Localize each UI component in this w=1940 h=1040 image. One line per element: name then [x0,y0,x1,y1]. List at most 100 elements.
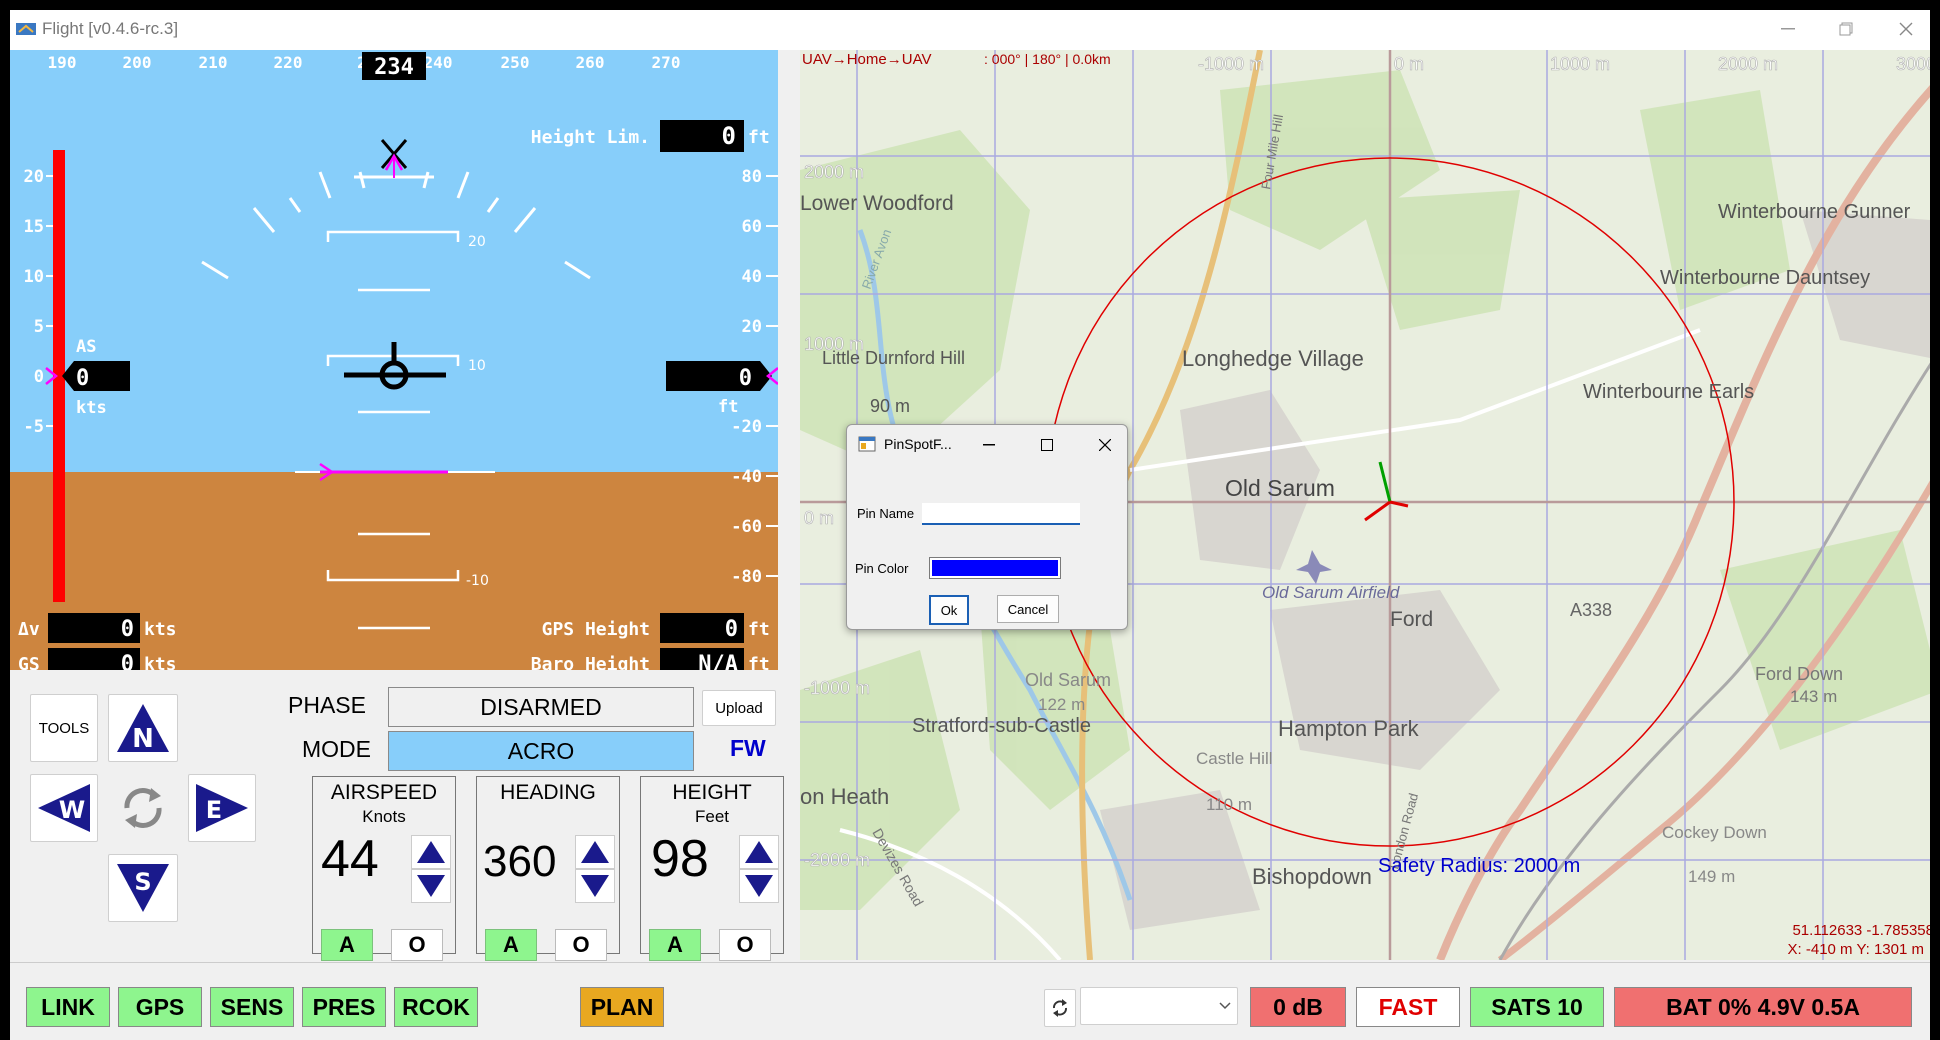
svg-text:Winterbourne Gunner: Winterbourne Gunner [1718,201,1911,223]
phase-field: DISARMED [388,687,694,727]
svg-text:0 m: 0 m [1394,54,1424,74]
status-gps[interactable]: GPS [118,987,202,1027]
height-down-button[interactable] [739,869,779,903]
speed-status: FAST [1356,987,1460,1027]
heading-auto-button[interactable]: A [485,929,537,961]
pin-name-label: Pin Name [857,506,915,521]
height-limit-unit: ft [748,127,770,148]
west-button[interactable]: W [30,774,98,842]
upload-button[interactable]: Upload [702,690,776,726]
airspeed-auto-button[interactable]: A [321,929,373,961]
ok-button[interactable]: Ok [929,595,969,625]
pin-color-swatch [932,560,1058,576]
control-panel: TOOLS N W E S PHASE DISARMED Upload MODE… [10,672,785,961]
close-button[interactable] [1884,14,1928,44]
airspeed-override-button[interactable]: O [391,929,443,961]
north-arrow-icon: N [117,704,169,754]
map-route-header: UAV→Home→UAV [802,51,931,68]
down-arrow-icon [581,875,609,897]
airspeed-readout: 0 [76,366,89,391]
west-arrow-icon: W [38,784,90,832]
svg-text:60: 60 [742,217,762,237]
svg-text:90 m: 90 m [870,396,910,416]
svg-text:40: 40 [742,267,762,287]
svg-text:110 m: 110 m [1206,795,1252,814]
svg-text:-40: -40 [731,467,762,487]
heading-setpoint: 360 [483,837,557,886]
gps-height-value: 0 [725,617,738,642]
svg-text:20: 20 [742,317,762,337]
heading-tick: 210 [199,53,228,72]
rotate-icon [124,788,162,828]
dialog-title: PinSpotF... [884,436,952,452]
chevron-down-icon [1219,1002,1231,1010]
plan-button[interactable]: PLAN [580,987,664,1027]
dialog-close-button[interactable] [1093,433,1117,457]
svg-text:E: E [206,796,222,824]
heading-down-button[interactable] [575,869,615,903]
gs-value: 0 [121,652,134,670]
mode-field[interactable]: ACRO [388,731,694,771]
up-arrow-icon [581,841,609,863]
status-rcok[interactable]: RCOK [394,987,478,1027]
heading-tick: 190 [48,53,77,72]
as-unit: kts [76,398,107,418]
north-button[interactable]: N [108,694,178,762]
svg-text:Stratford-sub-Castle: Stratford-sub-Castle [912,715,1091,737]
height-auto-button[interactable]: A [649,929,701,961]
svg-text:Little Durnford Hill: Little Durnford Hill [822,348,965,368]
airspeed-setpoint: 44 [321,830,379,888]
heading-tick: 240 [424,53,453,72]
svg-text:149 m: 149 m [1688,867,1735,886]
svg-text:-1000 m: -1000 m [1198,54,1264,74]
heading-tick: 260 [576,53,605,72]
dialog-maximize-button[interactable] [1035,433,1059,457]
gps-height-unit: ft [748,619,770,640]
up-arrow-icon [417,841,445,863]
map-xy: X: -410 m Y: 1301 m [1788,941,1924,958]
app-icon [16,23,36,35]
status-sens[interactable]: SENS [210,987,294,1027]
port-select[interactable] [1080,987,1238,1025]
pin-color-picker[interactable] [929,557,1061,579]
title-bar: Flight [v0.4.6-rc.3] [10,10,1930,50]
pitch-label: 10 [468,358,486,374]
app-window: Flight [v0.4.6-rc.3] 190 200 210 220 2 2… [10,10,1930,1040]
attitude-indicator: 190 200 210 220 2 240 250 260 270 234 [10,50,778,670]
height-override-button[interactable]: O [719,929,771,961]
height-up-button[interactable] [739,835,779,869]
svg-text:20: 20 [24,167,44,187]
status-link[interactable]: LINK [26,987,110,1027]
svg-text:-5: -5 [24,417,44,437]
svg-text:Bishopdown: Bishopdown [1252,864,1372,889]
minimize-button[interactable] [1766,14,1810,44]
airspeed-setpoint-panel: AIRSPEED Knots 44 A O [312,776,456,961]
svg-text:Old Sarum Airfield: Old Sarum Airfield [1262,583,1400,602]
as-label: AS [76,337,96,357]
status-pres[interactable]: PRES [302,987,386,1027]
svg-text:15: 15 [24,217,44,237]
refresh-button[interactable] [1044,989,1076,1027]
tools-button[interactable]: TOOLS [30,694,98,762]
heading-override-button[interactable]: O [555,929,607,961]
dialog-minimize-button[interactable] [977,433,1001,457]
map-route-info: : 000° | 180° | 0.0km [984,51,1111,67]
minimize-icon [983,444,995,446]
restore-button[interactable] [1824,14,1868,44]
heading-up-button[interactable] [575,835,615,869]
gs-label: GS [18,654,40,670]
svg-text:-80: -80 [731,567,762,587]
east-button[interactable]: E [188,774,256,842]
pin-name-input[interactable] [922,503,1080,525]
heading-tick: 270 [652,53,681,72]
rotate-button[interactable] [108,774,178,842]
airspeed-up-button[interactable] [411,835,451,869]
pin-spot-dialog: PinSpotF... Pin Name Pin Color Ok Cancel [846,424,1128,630]
sky [10,50,778,472]
south-button[interactable]: S [108,854,178,922]
airspeed-down-button[interactable] [411,869,451,903]
pitch-label: -10 [466,573,489,589]
cancel-button[interactable]: Cancel [997,595,1059,623]
svg-text:5: 5 [34,317,44,337]
mode-suffix: FW [730,735,766,761]
